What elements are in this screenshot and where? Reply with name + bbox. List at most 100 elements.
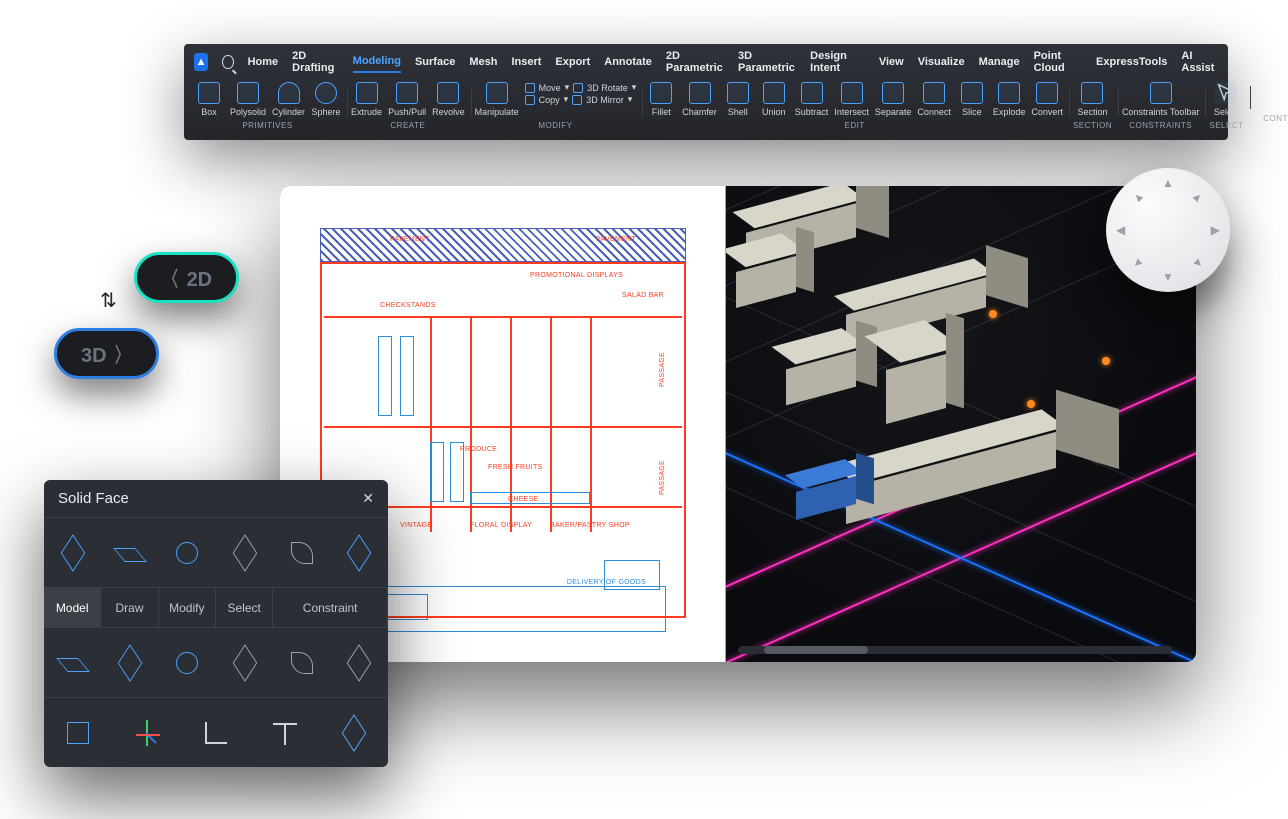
tool-union[interactable]: Union	[759, 82, 789, 117]
menu-3d-parametric[interactable]: 3D Parametric	[738, 50, 796, 74]
ctrl-icon[interactable]	[1254, 82, 1266, 94]
menu-modeling[interactable]: Modeling	[353, 55, 401, 73]
tool-revolve[interactable]: Revolve	[432, 82, 465, 117]
group-select: Select SELECT	[1205, 82, 1247, 130]
menu-surface[interactable]: Surface	[415, 56, 455, 68]
pal-tool-sweep[interactable]	[273, 517, 330, 587]
menu-visualize[interactable]: Visualize	[918, 56, 965, 68]
menu-insert[interactable]: Insert	[511, 56, 541, 68]
tool-separate[interactable]: Separate	[875, 82, 912, 117]
tool-intersect[interactable]: Intersect	[834, 82, 869, 117]
pushpull-icon	[396, 82, 418, 104]
tool-box[interactable]: Box	[194, 82, 224, 117]
menu-2d-drafting[interactable]: 2D Drafting	[292, 50, 339, 74]
rotate3d-icon	[573, 83, 583, 93]
pal-tool-plane[interactable]	[101, 517, 158, 587]
pal-tool-l[interactable]	[182, 697, 251, 767]
tool-shell[interactable]: Shell	[723, 82, 753, 117]
pal-tool-2[interactable]	[101, 627, 158, 697]
menu-design-intent[interactable]: Design Intent	[810, 50, 865, 74]
pal-tool-wire[interactable]	[331, 517, 388, 587]
menu-2d-parametric[interactable]: 2D Parametric	[666, 50, 724, 74]
menu-manage[interactable]: Manage	[979, 56, 1020, 68]
tool-manipulate[interactable]: Manipulate	[475, 82, 519, 117]
tool-explode[interactable]: Explode	[993, 82, 1026, 117]
polysolid-icon	[237, 82, 259, 104]
pal-tool-4[interactable]	[216, 627, 273, 697]
separate-icon	[882, 82, 904, 104]
palette-tab-modify[interactable]: Modify	[159, 587, 216, 627]
tool-subtract[interactable]: Subtract	[795, 82, 829, 117]
tool-chamfer[interactable]: Chamfer	[682, 82, 717, 117]
pal-tool-orbit[interactable]	[159, 517, 216, 587]
pal-tool-axis[interactable]	[113, 697, 182, 767]
subtract-icon	[801, 82, 823, 104]
section-icon	[1081, 82, 1103, 104]
tool-sphere[interactable]: Sphere	[311, 82, 341, 117]
pal-tool-t[interactable]	[250, 697, 319, 767]
tool-3drotate[interactable]: 3D Rotate	[587, 83, 628, 93]
pavement-hatch	[320, 228, 686, 262]
connect-icon	[923, 82, 945, 104]
menu-export[interactable]: Export	[555, 56, 590, 68]
tool-copy[interactable]: Copy	[539, 95, 560, 105]
ribbon: ▲ Home 2D Drafting Modeling Surface Mesh…	[184, 44, 1228, 140]
app-logo[interactable]: ▲	[194, 53, 208, 71]
palette-tab-model[interactable]: Model	[44, 587, 101, 627]
group-edit: Fillet Chamfer Shell Union Subtract Inte…	[642, 82, 1067, 130]
pill-3d[interactable]: 3D 〉	[54, 328, 159, 379]
menu-view[interactable]: View	[879, 56, 904, 68]
shell-icon	[727, 82, 749, 104]
pal-tool-move3d[interactable]	[44, 517, 101, 587]
tool-connect[interactable]: Connect	[917, 82, 951, 117]
tool-constraints-toolbar[interactable]: Constraints Toolbar	[1122, 82, 1199, 117]
menu-annotate[interactable]: Annotate	[604, 56, 652, 68]
search-icon[interactable]	[222, 55, 233, 69]
pill-2d[interactable]: 〈 2D	[134, 252, 239, 303]
ctrl-icon[interactable]	[1272, 98, 1284, 110]
union-icon	[763, 82, 785, 104]
modify-mini: Move▾3D Rotate▾ Copy▾3D Mirror▾	[525, 82, 637, 105]
menu-ai-assist[interactable]: AI Assist	[1181, 50, 1218, 74]
group-constraints: Constraints Toolbar CONSTRAINTS	[1118, 82, 1203, 130]
pal-tool-1[interactable]	[44, 627, 101, 697]
menu-point-cloud[interactable]: Point Cloud	[1034, 50, 1082, 74]
tool-fillet[interactable]: Fillet	[646, 82, 676, 117]
tool-section[interactable]: Section	[1077, 82, 1107, 117]
tool-polysolid[interactable]: Polysolid	[230, 82, 266, 117]
revolve-icon	[437, 82, 459, 104]
menu-bar: ▲ Home 2D Drafting Modeling Surface Mesh…	[184, 44, 1228, 80]
tool-convert[interactable]: Convert	[1031, 82, 1063, 117]
scroll-thumb[interactable]	[764, 646, 868, 654]
close-icon[interactable]: ✕	[362, 490, 374, 507]
ctrl-icon[interactable]	[1272, 82, 1284, 94]
pal-tool-iso[interactable]	[44, 697, 113, 767]
menu-home[interactable]: Home	[248, 56, 279, 68]
tool-3dmirror[interactable]: 3D Mirror	[586, 95, 624, 105]
menu-expresstools[interactable]: ExpressTools	[1096, 56, 1167, 68]
palette-tab-draw[interactable]: Draw	[101, 587, 158, 627]
horizontal-scrollbar[interactable]	[738, 646, 1172, 654]
group-label: PRIMITIVES	[242, 121, 292, 130]
pal-tool-comp[interactable]	[319, 697, 388, 767]
group-section: Section SECTION	[1069, 82, 1116, 130]
tool-select[interactable]: Select	[1211, 82, 1241, 117]
move-icon	[525, 83, 535, 93]
menu-mesh[interactable]: Mesh	[469, 56, 497, 68]
ctrl-icon[interactable]	[1254, 98, 1266, 110]
pal-tool-5[interactable]	[273, 627, 330, 697]
tool-slice[interactable]: Slice	[957, 82, 987, 117]
tool-pushpull[interactable]: Push/Pull	[388, 82, 426, 117]
group-create: Extrude Push/Pull Revolve CREATE	[347, 82, 469, 130]
pal-tool-3[interactable]	[159, 627, 216, 697]
pal-tool-box[interactable]	[216, 517, 273, 587]
view-compass[interactable]: ▲ ▼ ◀ ▶ ▲ ▲ ▼ ▼	[1106, 168, 1230, 292]
pal-tool-6[interactable]	[331, 627, 388, 697]
palette-tab-constraint[interactable]: Constraint	[273, 587, 388, 627]
chamfer-icon	[689, 82, 711, 104]
tool-move[interactable]: Move	[539, 83, 561, 93]
tool-cylinder[interactable]: Cylinder	[272, 82, 305, 117]
tool-extrude[interactable]: Extrude	[351, 82, 382, 117]
palette-tab-select[interactable]: Select	[216, 587, 273, 627]
group-controls: CONTROLS	[1250, 82, 1288, 123]
